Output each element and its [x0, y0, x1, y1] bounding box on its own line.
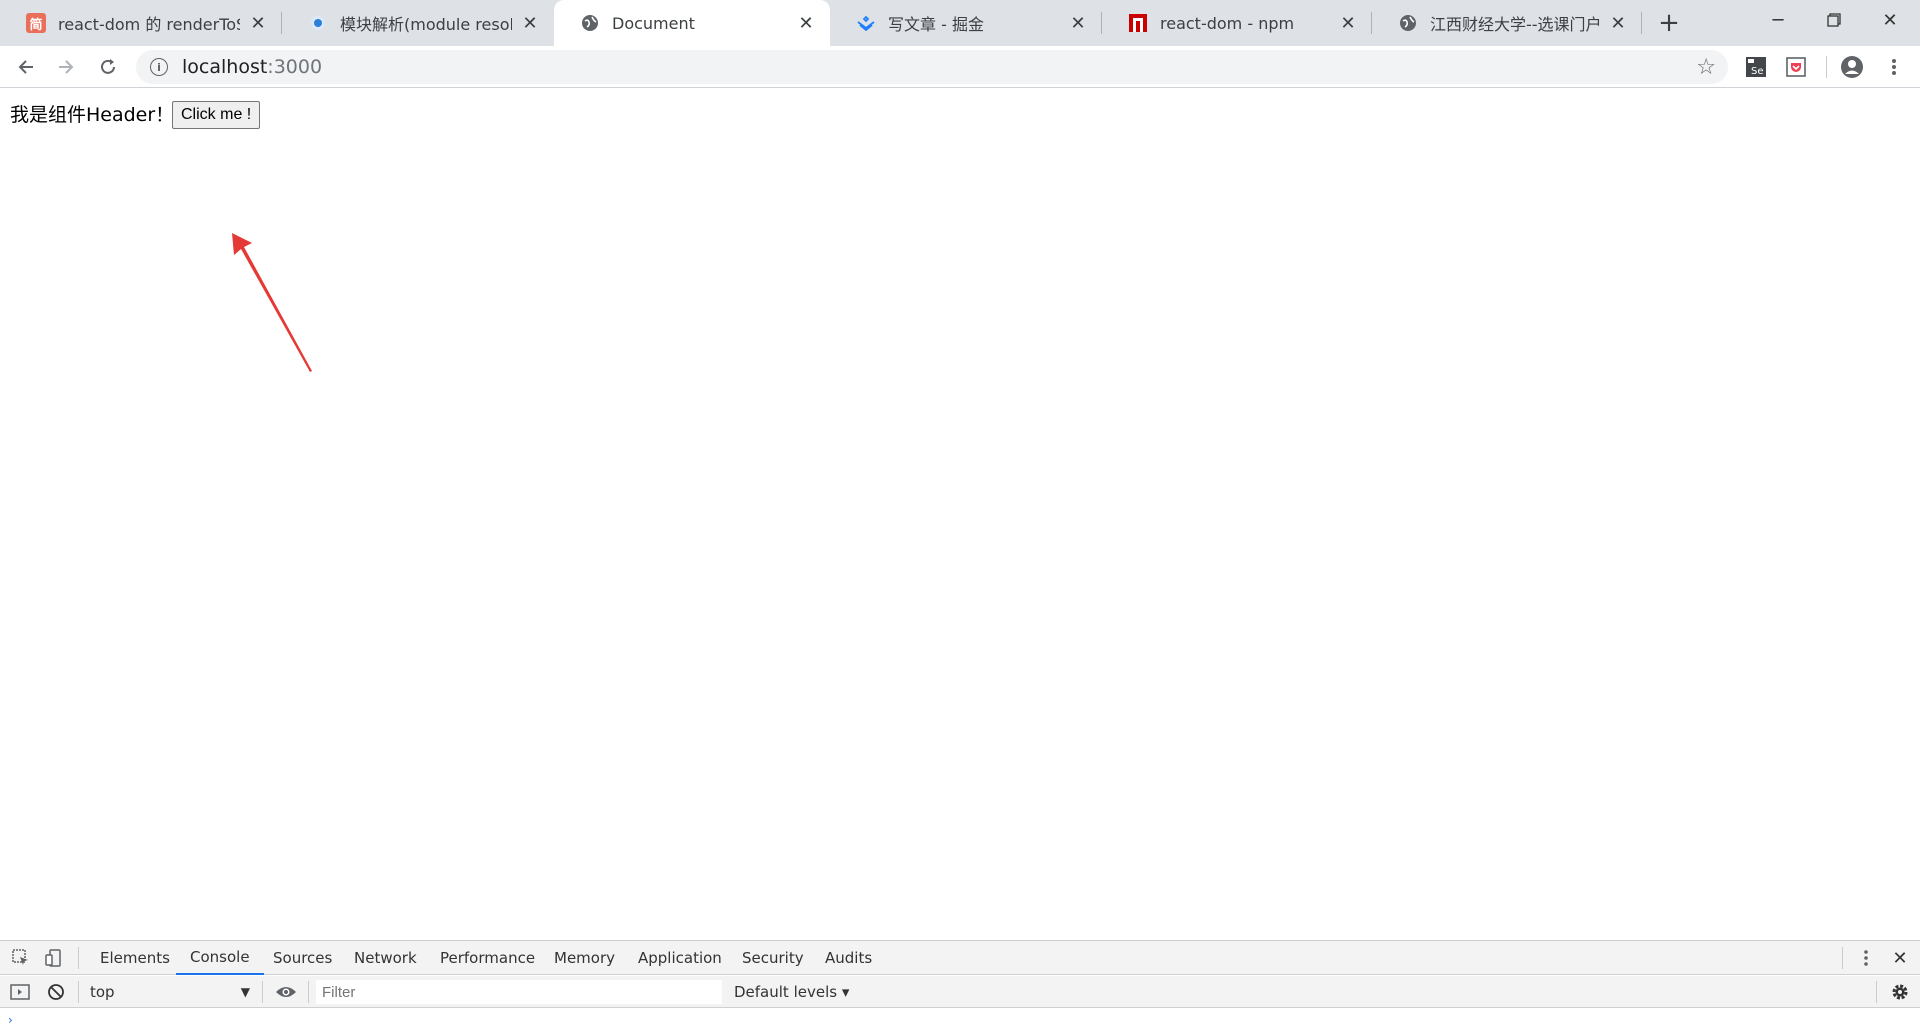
devtools-separator	[1876, 981, 1877, 1003]
tab-title: Document	[612, 13, 695, 33]
selenium-icon[interactable]: Se	[1744, 55, 1768, 79]
devtools-tab-elements[interactable]: Elements	[86, 941, 184, 975]
reload-icon[interactable]	[92, 51, 124, 83]
pocket-icon[interactable]	[1784, 55, 1808, 79]
console-toolbar: top ▼ Default levels ▾	[0, 976, 1920, 1008]
tab-react-dom-renderToString[interactable]: 简 react-dom 的 renderToStri ✕	[0, 0, 282, 46]
close-icon[interactable]: ✕	[1068, 13, 1088, 34]
tab-title: 模块解析(module resolution	[340, 15, 512, 34]
new-tab-button[interactable]: +	[1654, 8, 1684, 38]
devtools-tab-sources[interactable]: Sources	[259, 941, 346, 975]
account-icon[interactable]	[1840, 55, 1864, 79]
annotation-arrow	[232, 233, 312, 372]
info-icon[interactable]: i	[150, 58, 168, 76]
back-icon[interactable]	[10, 51, 42, 83]
juejin-icon	[856, 13, 876, 33]
address-bar[interactable]: i localhost:3000 ☆	[136, 50, 1728, 84]
globe-icon	[580, 13, 600, 33]
show-sidebar-icon[interactable]	[8, 980, 32, 1004]
forward-icon[interactable]	[50, 51, 82, 83]
bookmark-star-icon[interactable]: ☆	[1696, 55, 1716, 80]
device-toolbar-icon[interactable]	[42, 946, 66, 970]
tab-document[interactable]: Document ✕	[554, 0, 830, 46]
tab-module-resolution[interactable]: 模块解析(module resolution ✕	[282, 0, 554, 46]
tab-juejin[interactable]: 写文章 - 掘金 ✕	[830, 0, 1102, 46]
inspect-element-icon[interactable]	[9, 946, 33, 970]
close-icon[interactable]: ✕	[1608, 13, 1628, 34]
clear-console-icon[interactable]	[44, 980, 68, 1004]
devtools-tabbar: Elements Console Sources Network Perform…	[0, 941, 1920, 975]
eye-icon[interactable]	[274, 980, 298, 1004]
devtools-separator	[1842, 947, 1843, 969]
caret-down-icon: ▼	[240, 985, 250, 999]
typescript-icon	[308, 13, 328, 33]
devtools-separator	[78, 981, 79, 1003]
svg-text:Se: Se	[1751, 66, 1764, 77]
jianshu-icon: 简	[26, 13, 46, 33]
tab-title: 写文章 - 掘金	[888, 15, 984, 34]
console-settings-gear-icon[interactable]	[1888, 980, 1912, 1004]
devtools-separator	[308, 981, 309, 1003]
url-text: localhost:3000	[182, 56, 323, 78]
tab-strip: 简 react-dom 的 renderToStri ✕ 模块解析(module…	[0, 0, 1920, 46]
devtools-tab-application[interactable]: Application	[624, 941, 736, 975]
close-icon[interactable]: ✕	[520, 13, 540, 34]
header-component-text: 我是组件Header！	[10, 104, 175, 126]
console-prompt-icon: ›	[8, 1013, 13, 1027]
tab-jxufe[interactable]: 江西财经大学--选课门户平台 ✕	[1372, 0, 1642, 46]
page-viewport: 我是组件Header！ Click me !	[0, 89, 1920, 940]
tab-title: react-dom 的 renderToStri	[58, 15, 240, 34]
devtools-tab-performance[interactable]: Performance	[426, 941, 549, 975]
toolbar-separator	[1826, 56, 1827, 78]
npm-icon	[1128, 13, 1148, 33]
restore-icon[interactable]	[1806, 0, 1862, 40]
tab-react-dom-npm[interactable]: react-dom - npm ✕	[1102, 0, 1372, 46]
close-icon[interactable]: ✕	[1338, 13, 1358, 34]
devtools-tab-console[interactable]: Console	[176, 941, 264, 975]
browser-toolbar: i localhost:3000 ☆ Se	[0, 46, 1920, 88]
window-close-icon[interactable]: ✕	[1862, 0, 1918, 40]
browser-menu-icon[interactable]	[1882, 55, 1906, 79]
context-selector[interactable]: top ▼	[84, 980, 256, 1004]
devtools-close-icon[interactable]: ✕	[1888, 946, 1912, 970]
log-levels-dropdown[interactable]: Default levels ▾	[734, 980, 849, 1004]
devtools-tab-memory[interactable]: Memory	[540, 941, 629, 975]
tab-title: 江西财经大学--选课门户平台	[1430, 15, 1600, 34]
devtools-tab-network[interactable]: Network	[340, 941, 431, 975]
devtools-panel: Elements Console Sources Network Perform…	[0, 940, 1920, 1030]
devtools-separator	[78, 947, 79, 969]
devtools-tab-security[interactable]: Security	[728, 941, 818, 975]
tab-title: react-dom - npm	[1160, 13, 1295, 33]
close-icon[interactable]: ✕	[796, 13, 816, 34]
click-me-button[interactable]: Click me !	[172, 101, 261, 129]
minimize-icon[interactable]: ─	[1750, 0, 1806, 40]
console-filter-input[interactable]	[316, 980, 722, 1004]
devtools-separator	[262, 981, 263, 1003]
devtools-tab-audits[interactable]: Audits	[811, 941, 886, 975]
close-icon[interactable]: ✕	[248, 13, 268, 34]
globe-icon	[1398, 13, 1418, 33]
devtools-menu-icon[interactable]	[1854, 946, 1878, 970]
